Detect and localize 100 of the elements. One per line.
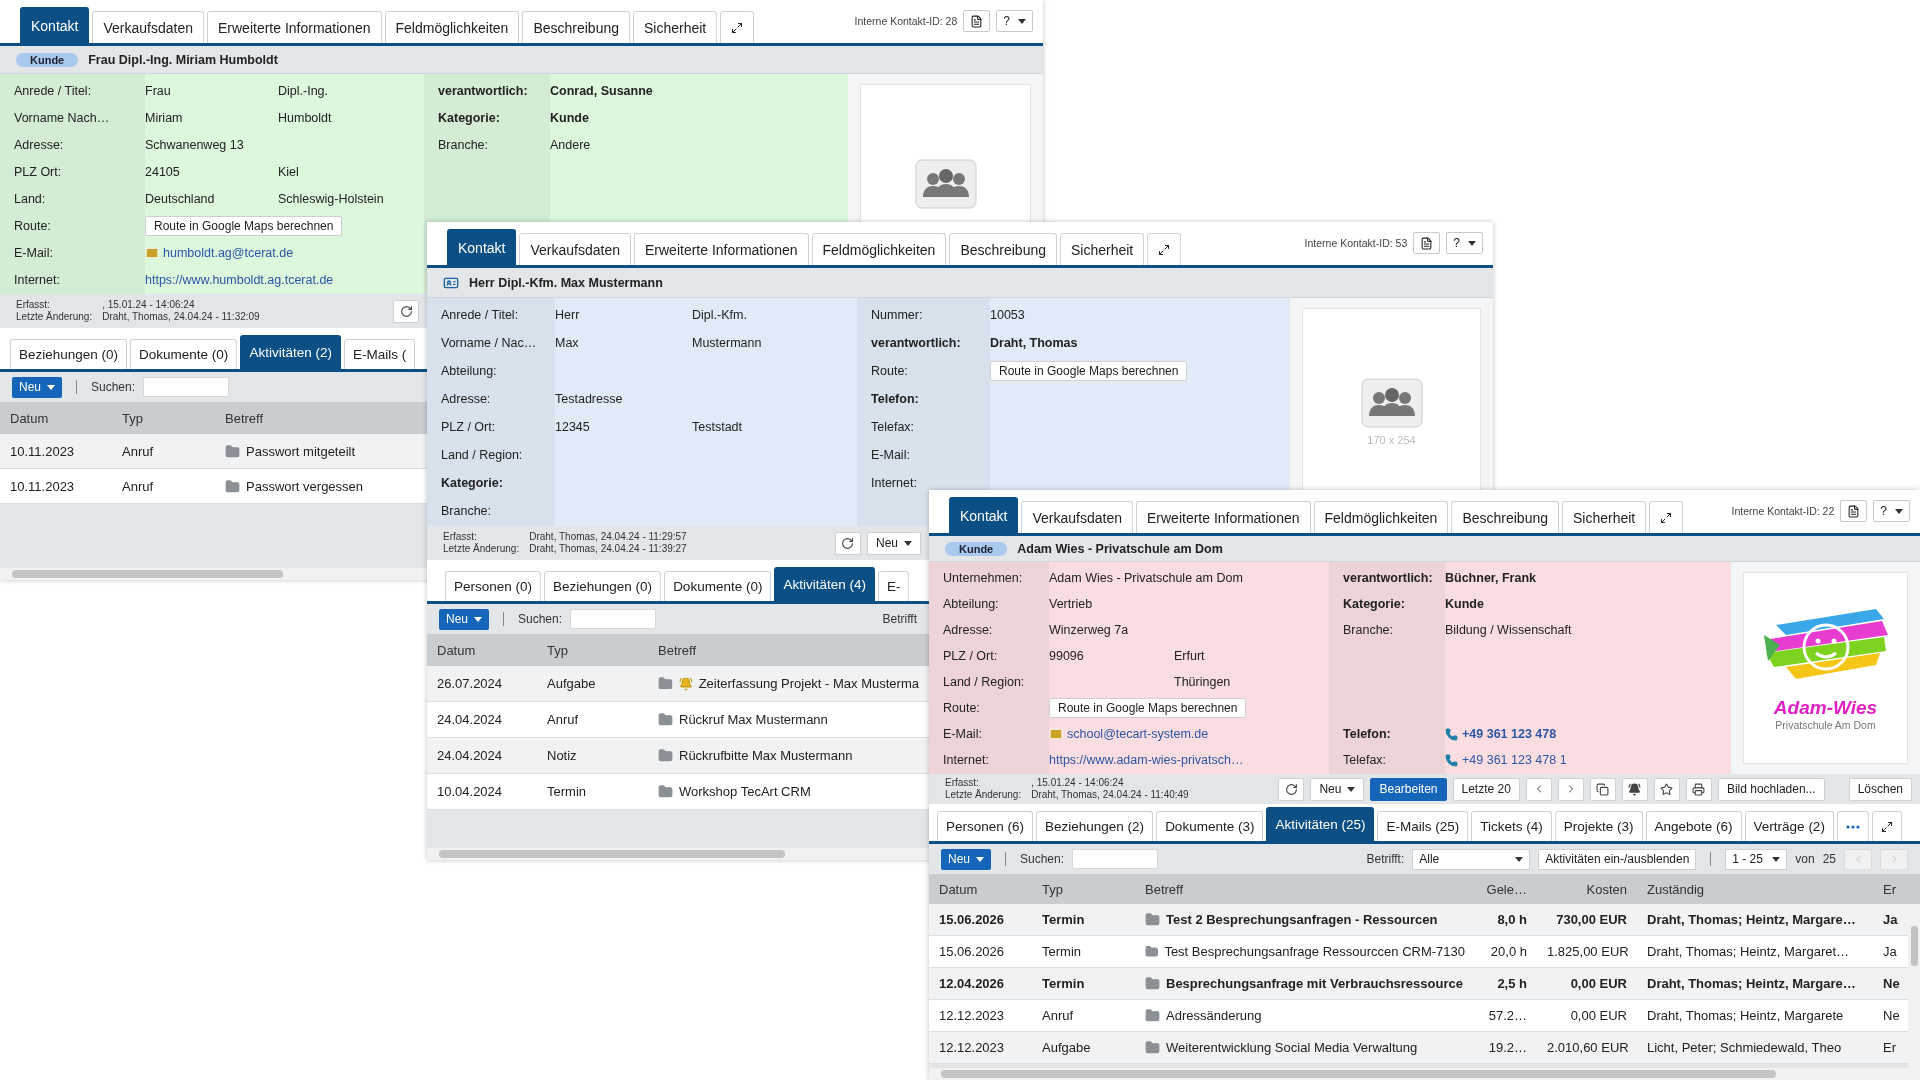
table-row[interactable]: 26.07.2024 Aufgabe Zeiterfassung Projekt - Max Musterma bbox=[427, 666, 929, 702]
help-button[interactable]: ? bbox=[1873, 500, 1910, 522]
table-row[interactable]: 15.06.2026 Termin Test Besprechungsanfrage Ressourccen CRM-7130 20,0 h 1.825,00 EUR Draht, Thomas; Heintz, Margaret… Ja bbox=[929, 936, 1908, 968]
refresh-button[interactable] bbox=[835, 531, 861, 555]
previous-button[interactable] bbox=[1525, 777, 1552, 801]
table-row[interactable]: 12.04.2026 Termin Besprechungsanfrage mit Verbrauchsressource 2,5 h 0,00 EUR Draht, Thomas; Heintz, Margare… Ne bbox=[929, 968, 1908, 1000]
tab[interactable]: E-Mails ( bbox=[343, 339, 416, 369]
table-row[interactable]: 10.11.2023 Anruf Passwort vergessen bbox=[0, 469, 427, 504]
table-row[interactable]: 10.11.2023 Anruf Passwort mitgeteilt bbox=[0, 434, 427, 469]
help-button[interactable]: ? bbox=[1446, 232, 1483, 254]
next-button[interactable] bbox=[1557, 777, 1584, 801]
reminder-button[interactable] bbox=[1621, 777, 1648, 801]
action-button[interactable]: Bild hochladen... bbox=[1717, 777, 1825, 801]
edit-button[interactable]: Bearbeiten bbox=[1370, 777, 1447, 801]
tab[interactable]: Kontakt bbox=[949, 497, 1019, 533]
route-button[interactable]: Route in Google Maps berechnen bbox=[1049, 698, 1247, 718]
column-header[interactable]: Betreff bbox=[1145, 881, 1184, 897]
favorite-button[interactable] bbox=[1653, 777, 1680, 801]
tab[interactable]: Verkaufsdaten bbox=[92, 11, 204, 43]
help-button[interactable]: ? bbox=[996, 10, 1033, 32]
column-header[interactable]: Betreff bbox=[225, 410, 264, 426]
print-button[interactable] bbox=[1685, 777, 1712, 801]
filter-select[interactable]: Alle bbox=[1412, 848, 1531, 870]
tab[interactable]: Angebote (6) bbox=[1645, 811, 1742, 841]
route-button[interactable]: Route in Google Maps berechnen bbox=[145, 215, 343, 236]
table-row[interactable]: 15.06.2026 Termin Test 2 Besprechungsanfragen - Ressourcen 8,0 h 730,00 EUR Draht, Thomas; Heintz, Margare… Ja bbox=[929, 904, 1908, 936]
tab[interactable]: E-Mails (25) bbox=[1377, 811, 1469, 841]
table-row[interactable]: 12.12.2023 Aufgabe Weiterentwicklung Social Media Verwaltung 19.2… 2.010,60 EUR Licht, Peter; Schmiedewald, Theo Er bbox=[929, 1032, 1908, 1064]
email-link[interactable]: humboldt.ag@tcerat.de bbox=[163, 245, 294, 260]
website-link[interactable]: https://www.humboldt.ag.tcerat.de bbox=[145, 272, 334, 287]
new-dropdown-button[interactable]: Neu bbox=[867, 531, 921, 555]
action-button[interactable]: Letzte 20 bbox=[1452, 777, 1520, 801]
phone-link[interactable]: +49 361 123 478 1 bbox=[1462, 753, 1567, 767]
tab[interactable]: E- bbox=[877, 571, 910, 601]
column-header[interactable]: Typ bbox=[1042, 881, 1063, 897]
column-header[interactable]: Typ bbox=[547, 642, 568, 658]
website-link[interactable]: https://www.adam-wies-privatsch… bbox=[1049, 753, 1244, 767]
tab[interactable]: Erweiterte Informationen bbox=[634, 233, 809, 265]
tab[interactable]: Sicherheit bbox=[633, 11, 718, 43]
copy-button[interactable] bbox=[1589, 777, 1616, 801]
horizontal-scrollbar[interactable] bbox=[0, 568, 427, 580]
tab[interactable]: Erweiterte Informationen bbox=[207, 11, 382, 43]
tab[interactable]: Verträge (2) bbox=[1744, 811, 1834, 841]
tab[interactable]: Tickets (4) bbox=[1471, 811, 1552, 841]
activity-toggle-select[interactable]: Aktivitäten ein-/ausblenden bbox=[1538, 848, 1697, 870]
table-row[interactable]: 10.04.2024 Termin Workshop TecArt CRM bbox=[427, 774, 929, 810]
tab[interactable]: Verkaufsdaten bbox=[519, 233, 631, 265]
tab[interactable]: Feldmöglichkeiten bbox=[384, 11, 520, 43]
tab[interactable]: Dokumente (3) bbox=[1156, 811, 1264, 841]
tab[interactable]: Dokumente (0) bbox=[130, 339, 238, 369]
expand-tab[interactable] bbox=[1871, 811, 1902, 841]
table-row[interactable]: 24.04.2024 Notiz Rückrufbitte Max Mustermann bbox=[427, 738, 929, 774]
column-header[interactable]: Datum bbox=[939, 881, 978, 897]
refresh-button[interactable] bbox=[393, 299, 419, 323]
tab[interactable]: Aktivitäten (25) bbox=[1266, 807, 1375, 841]
tab[interactable]: Kontakt bbox=[447, 229, 517, 265]
table-row[interactable]: 24.04.2024 Anruf Rückruf Max Mustermann bbox=[427, 702, 929, 738]
tab[interactable]: Beziehungen (0) bbox=[544, 571, 662, 601]
document-button[interactable] bbox=[1840, 500, 1868, 522]
document-button[interactable] bbox=[1413, 232, 1441, 254]
column-header[interactable]: Datum bbox=[437, 642, 476, 658]
horizontal-scrollbar[interactable] bbox=[929, 1068, 1920, 1080]
column-header[interactable]: Gele… bbox=[1486, 881, 1527, 897]
tab[interactable]: Beziehungen (2) bbox=[1036, 811, 1154, 841]
horizontal-scrollbar[interactable] bbox=[427, 848, 929, 860]
column-header[interactable]: Datum bbox=[10, 410, 49, 426]
phone-link[interactable]: +49 361 123 478 bbox=[1462, 727, 1557, 741]
tab[interactable]: Aktivitäten (2) bbox=[240, 335, 341, 369]
tab[interactable]: Feldmöglichkeiten bbox=[1313, 501, 1449, 533]
search-field[interactable] bbox=[143, 377, 230, 397]
tab[interactable]: Verkaufsdaten bbox=[1021, 501, 1133, 533]
column-header[interactable]: Typ bbox=[122, 410, 143, 426]
column-header[interactable]: Betreff bbox=[658, 642, 697, 658]
column-header[interactable]: Kosten bbox=[1586, 881, 1627, 897]
email-link[interactable]: school@tecart-system.de bbox=[1067, 727, 1209, 741]
new-button[interactable]: Neu bbox=[439, 608, 489, 630]
tab[interactable]: Personen (0) bbox=[445, 571, 542, 601]
tab[interactable]: Beschreibung bbox=[1451, 501, 1559, 533]
next-page-button[interactable] bbox=[1880, 848, 1908, 870]
new-button[interactable]: Neu bbox=[12, 376, 62, 398]
tab[interactable]: Projekte (3) bbox=[1554, 811, 1643, 841]
tab[interactable]: Dokumente (0) bbox=[664, 571, 772, 601]
page-select[interactable]: 1 - 25 bbox=[1725, 848, 1788, 870]
tab[interactable]: Sicherheit bbox=[1562, 501, 1647, 533]
column-header[interactable]: Er bbox=[1883, 881, 1896, 897]
search-field[interactable] bbox=[1072, 849, 1159, 869]
tab[interactable]: Beschreibung bbox=[522, 11, 630, 43]
refresh-button[interactable] bbox=[1278, 777, 1305, 801]
tab[interactable]: Beziehungen (0) bbox=[10, 339, 128, 369]
route-button[interactable]: Route in Google Maps berechnen bbox=[990, 361, 1188, 381]
previous-page-button[interactable] bbox=[1844, 848, 1872, 870]
tab[interactable]: Sicherheit bbox=[1060, 233, 1145, 265]
tab[interactable]: Aktivitäten (4) bbox=[774, 567, 875, 601]
column-header[interactable]: Zuständig bbox=[1647, 881, 1705, 897]
table-row[interactable]: 12.12.2023 Anruf Adressänderung 57.2… 0,00 EUR Draht, Thomas; Heintz, Margarete Ne bbox=[929, 1000, 1908, 1032]
tab[interactable]: Beschreibung bbox=[949, 233, 1057, 265]
search-field[interactable] bbox=[570, 609, 657, 629]
action-button[interactable]: Löschen bbox=[1848, 777, 1912, 801]
new-dropdown-button[interactable]: Neu bbox=[1310, 777, 1365, 801]
tab[interactable]: Erweiterte Informationen bbox=[1136, 501, 1311, 533]
